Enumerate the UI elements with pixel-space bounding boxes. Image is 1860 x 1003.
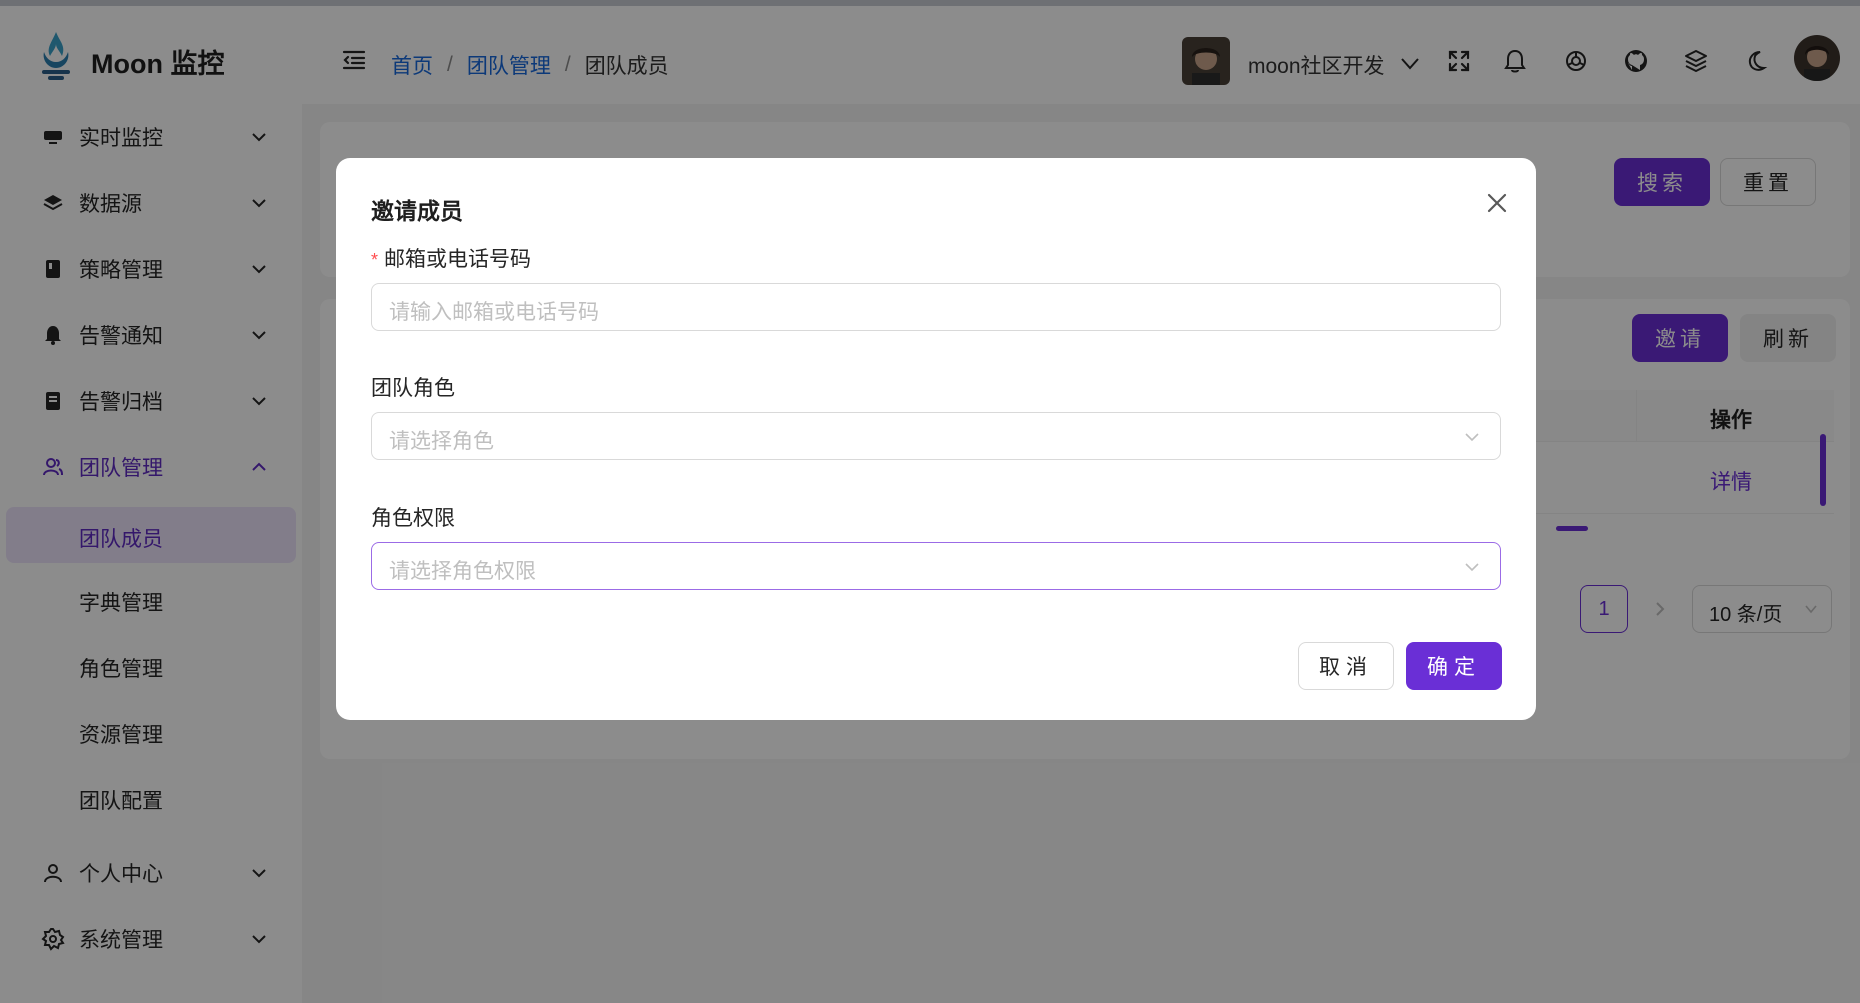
chevron-down-icon [1465,433,1479,442]
modal-title: 邀请成员 [371,198,463,224]
invite-member-modal: 邀请成员 * 邮箱或电话号码 请输入邮箱或电话号码 团队角色 请选择角色 角色权限… [336,158,1536,720]
chevron-down-icon [1465,563,1479,572]
contact-label-text: 邮箱或电话号码 [384,248,532,271]
close-icon[interactable] [1482,188,1512,218]
role-select-placeholder: 请选择角色 [389,430,494,453]
permission-select-placeholder: 请选择角色权限 [389,560,536,583]
required-mark: * [371,250,379,270]
cancel-button[interactable]: 取消 [1298,642,1394,690]
confirm-button[interactable]: 确定 [1406,642,1502,690]
contact-input[interactable]: 请输入邮箱或电话号码 [371,283,1501,331]
permission-field-label: 角色权限 [371,507,455,530]
role-field-label: 团队角色 [371,377,455,400]
role-select[interactable]: 请选择角色 [371,412,1501,460]
contact-field-label: * 邮箱或电话号码 [371,243,531,273]
permission-select[interactable]: 请选择角色权限 [371,542,1501,590]
contact-input-placeholder: 请输入邮箱或电话号码 [389,301,599,324]
